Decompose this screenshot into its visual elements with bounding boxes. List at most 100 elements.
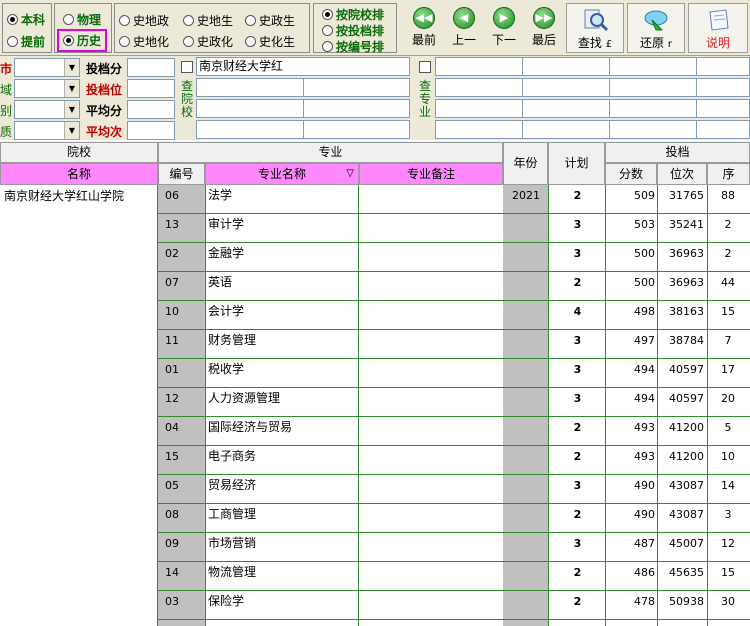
find-label: 查找	[577, 36, 602, 50]
major-input-9[interactable]	[435, 99, 523, 118]
radio-combo-4[interactable]: 史地化	[119, 33, 169, 50]
major-input-2[interactable]	[522, 57, 610, 76]
school-input-4[interactable]	[196, 99, 304, 118]
header-score[interactable]: 分数	[605, 163, 657, 185]
header-school-name[interactable]: 名称	[0, 163, 158, 185]
city-select[interactable]: ▼	[14, 58, 80, 77]
table-row[interactable]: 13 审计学 3 503 35241 2	[158, 214, 750, 243]
major-input-3[interactable]	[609, 57, 697, 76]
header-seq[interactable]: 序	[707, 163, 750, 185]
major-input-12[interactable]	[696, 99, 750, 118]
help-button[interactable]: 说明	[688, 3, 748, 53]
header-plan[interactable]: 计划	[548, 142, 605, 185]
cell-rank: 38784	[669, 334, 704, 347]
filter-label-type: 别	[0, 104, 13, 118]
cell-code: 12	[165, 392, 179, 405]
radio-combo-1[interactable]: 史地政	[119, 12, 169, 29]
next-button[interactable]: ▶ 下一	[484, 3, 524, 53]
help-label: 说明	[705, 36, 730, 50]
region-select[interactable]: ▼	[14, 79, 80, 98]
major-input-4[interactable]	[696, 57, 750, 76]
radio-combo-6[interactable]: 史化生	[245, 33, 295, 50]
level-group: 本科 提前	[2, 3, 52, 53]
table-row[interactable]: 14 物流管理 2 486 45635 15	[158, 562, 750, 591]
major-input-5[interactable]	[435, 78, 523, 97]
cell-rank: 43087	[669, 479, 704, 492]
table-row[interactable]: 08 工商管理 2 490 43087 3	[158, 504, 750, 533]
type-select[interactable]: ▼	[14, 100, 80, 119]
radio-dot-icon	[322, 9, 333, 20]
prev-button[interactable]: ◀ 上一	[444, 3, 484, 53]
first-button[interactable]: ◀◀ 最前	[404, 3, 444, 53]
header-year[interactable]: 年份	[503, 142, 548, 185]
radio-dot-icon	[119, 15, 130, 26]
cell-plan: 2	[573, 595, 582, 608]
major-input-10[interactable]	[522, 99, 610, 118]
radio-tiqian[interactable]: 提前	[7, 33, 45, 50]
radio-benke[interactable]: 本科	[7, 11, 45, 28]
table-row[interactable]: 02 金融学 3 500 36963 2	[158, 243, 750, 272]
cell-plan: 2	[573, 450, 582, 463]
school-input-6[interactable]	[196, 120, 304, 139]
header-major-note[interactable]: 专业备注	[359, 163, 503, 185]
radio-sort-school[interactable]: 按院校排	[322, 6, 384, 23]
last-button[interactable]: ▶▶ 最后	[524, 3, 564, 53]
radio-sort-code[interactable]: 按编号排	[322, 38, 384, 55]
header-code[interactable]: 编号	[158, 163, 205, 185]
radio-combo-3[interactable]: 史政生	[245, 12, 295, 29]
cell-score: 490	[634, 508, 655, 521]
header-rank[interactable]: 位次	[657, 163, 707, 185]
table-row[interactable]: 09 市场营销 3 487 45007 12	[158, 533, 750, 562]
table-row[interactable]: 04 国际经济与贸易 2 493 41200 5	[158, 417, 750, 446]
table-row[interactable]: 12 人力资源管理 3 494 40597 20	[158, 388, 750, 417]
restore-button[interactable]: 还原 r	[627, 3, 685, 53]
find-button[interactable]: 查找 £	[566, 3, 624, 53]
header-major-name[interactable]: 专业名称 ▽	[205, 163, 359, 185]
radio-combo-5[interactable]: 史政化	[183, 33, 233, 50]
table-row[interactable]: 03 保险学 2 478 50938 30	[158, 591, 750, 620]
table-row[interactable]: 10 会计学 4 498 38163 15	[158, 301, 750, 330]
major-input-8[interactable]	[696, 78, 750, 97]
major-input-1[interactable]	[435, 57, 523, 76]
label-avg-score: 平均分	[86, 104, 123, 118]
col-divider	[358, 185, 359, 626]
table-row[interactable]: 01 税收学 3 494 40597 17	[158, 359, 750, 388]
table-row[interactable]: 15 电子商务 2 493 41200 10	[158, 446, 750, 475]
table-row[interactable]: 11 财务管理 3 497 38784 7	[158, 330, 750, 359]
restore-icon	[644, 10, 668, 31]
radio-dot-icon	[183, 15, 194, 26]
school-input-7[interactable]	[303, 120, 410, 139]
table-row[interactable]: 05 贸易经济 3 490 43087 14	[158, 475, 750, 504]
table-body: 06 法学 2 509 31765 88 13 审计学 3 503 35241 2 02 金融学 3 500 3…	[0, 185, 750, 626]
toudang-score-input[interactable]	[127, 58, 175, 77]
major-input-14[interactable]	[522, 120, 610, 139]
nature-select[interactable]: ▼	[14, 121, 80, 140]
avg-score-input[interactable]	[127, 100, 175, 119]
major-search-checkbox[interactable]	[419, 61, 431, 73]
cell-code: 03	[165, 595, 179, 608]
table-row[interactable]: 07 英语 2 500 36963 44	[158, 272, 750, 301]
radio-sort-toudang[interactable]: 按投档排	[322, 22, 384, 39]
major-input-7[interactable]	[609, 78, 697, 97]
school-search-checkbox[interactable]	[181, 61, 193, 73]
cell-major-name: 金融学	[208, 246, 245, 260]
radio-lishi[interactable]: 历史	[57, 29, 108, 52]
radio-label: 史地政	[133, 14, 170, 28]
major-input-15[interactable]	[609, 120, 697, 139]
toudang-rank-input[interactable]	[127, 79, 175, 98]
school-input-2[interactable]	[196, 78, 304, 97]
table-row[interactable]: 06 法学 2 509 31765 88	[158, 185, 750, 214]
major-input-6[interactable]	[522, 78, 610, 97]
major-input-13[interactable]	[435, 120, 523, 139]
school-input-3[interactable]	[303, 78, 410, 97]
school-search-input[interactable]: 南京财经大学红	[196, 57, 410, 76]
avg-rank-input[interactable]	[127, 121, 175, 140]
radio-combo-2[interactable]: 史地生	[183, 12, 233, 29]
radio-label: 物理	[77, 13, 102, 27]
major-input-16[interactable]	[696, 120, 750, 139]
school-input-5[interactable]	[303, 99, 410, 118]
combo-group: 史地政 史地生 史政生 史地化 史政化 史化生	[114, 3, 310, 53]
major-input-11[interactable]	[609, 99, 697, 118]
radio-wuli[interactable]: 物理	[63, 11, 101, 28]
first-label: 最前	[411, 33, 436, 47]
